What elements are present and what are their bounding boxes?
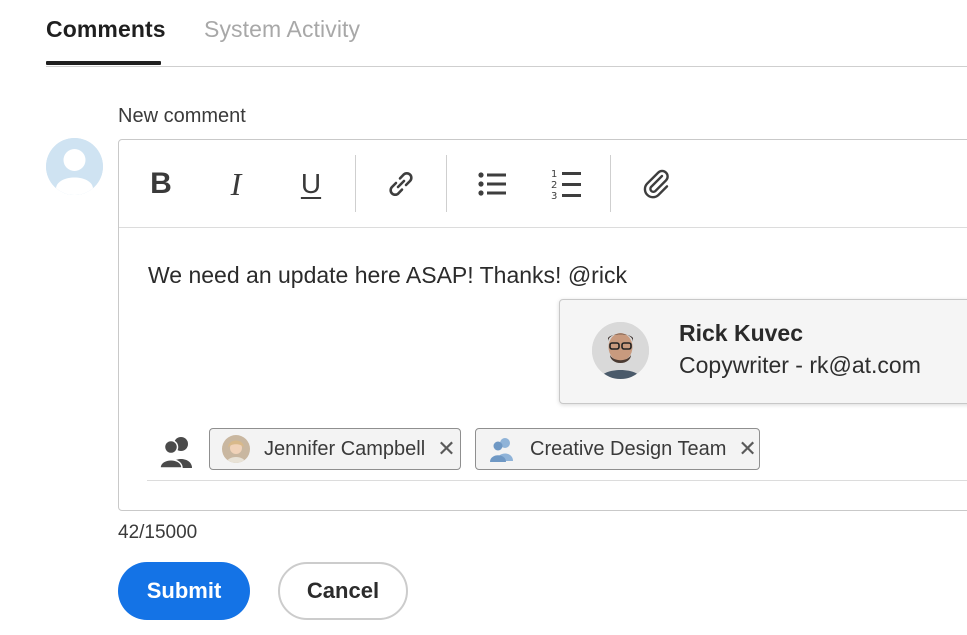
bulleted-list-button[interactable] (470, 162, 514, 206)
link-icon (389, 171, 413, 197)
user-avatar (46, 138, 103, 195)
italic-icon: I (230, 165, 242, 202)
recipient-chip-jennifer-campbell: Jennifer Campbell ✕ (209, 428, 461, 470)
recipients-divider (147, 480, 967, 481)
link-button[interactable] (379, 162, 423, 206)
svg-text:2: 2 (551, 180, 557, 191)
toolbar-divider (446, 155, 447, 212)
toolbar-divider (610, 155, 611, 212)
tab-system-activity[interactable]: System Activity (204, 16, 360, 43)
remove-recipient-icon[interactable]: ✕ (738, 438, 756, 460)
mention-name: Rick Kuvec (679, 320, 804, 346)
mention-avatar (592, 322, 649, 379)
mention-suggestion[interactable]: Rick Kuvec Copywriter - rk@at.com (559, 299, 967, 404)
bold-icon: B (150, 167, 172, 200)
new-comment-label: New comment (118, 105, 246, 127)
bold-button[interactable]: B (139, 162, 183, 206)
recipient-chip-creative-design-team: Creative Design Team ✕ (475, 428, 760, 470)
comment-input-text[interactable]: We need an update here ASAP! Thanks! @ri… (148, 262, 627, 289)
attachment-icon (643, 169, 669, 199)
italic-button[interactable]: I (214, 162, 258, 206)
toolbar-divider (355, 155, 356, 212)
active-tab-indicator (46, 61, 161, 65)
character-counter: 42/15000 (118, 522, 198, 543)
recipient-label: Creative Design Team (530, 437, 727, 460)
tab-bar: Comments System Activity (46, 0, 967, 67)
cancel-button[interactable]: Cancel (278, 562, 408, 620)
numbered-list-button[interactable]: 1 2 3 (544, 162, 588, 206)
underline-icon: U (300, 168, 322, 199)
formatting-toolbar: B I U 1 2 3 (119, 140, 967, 228)
underline-button[interactable]: U (289, 162, 333, 206)
submit-button[interactable]: Submit (118, 562, 250, 620)
recipients-icon (159, 435, 195, 469)
svg-text:1: 1 (551, 169, 557, 180)
recipient-label: Jennifer Campbell (264, 437, 426, 460)
attachment-button[interactable] (634, 162, 678, 206)
numbered-list-icon: 1 2 3 (551, 169, 581, 201)
recipient-avatar (222, 435, 250, 463)
remove-recipient-icon[interactable]: ✕ (437, 438, 455, 460)
tab-comments[interactable]: Comments (46, 16, 166, 43)
bulleted-list-icon (478, 172, 506, 196)
mention-role: Copywriter - rk@at.com (679, 352, 921, 378)
team-icon (488, 435, 516, 463)
svg-text:3: 3 (551, 191, 557, 201)
